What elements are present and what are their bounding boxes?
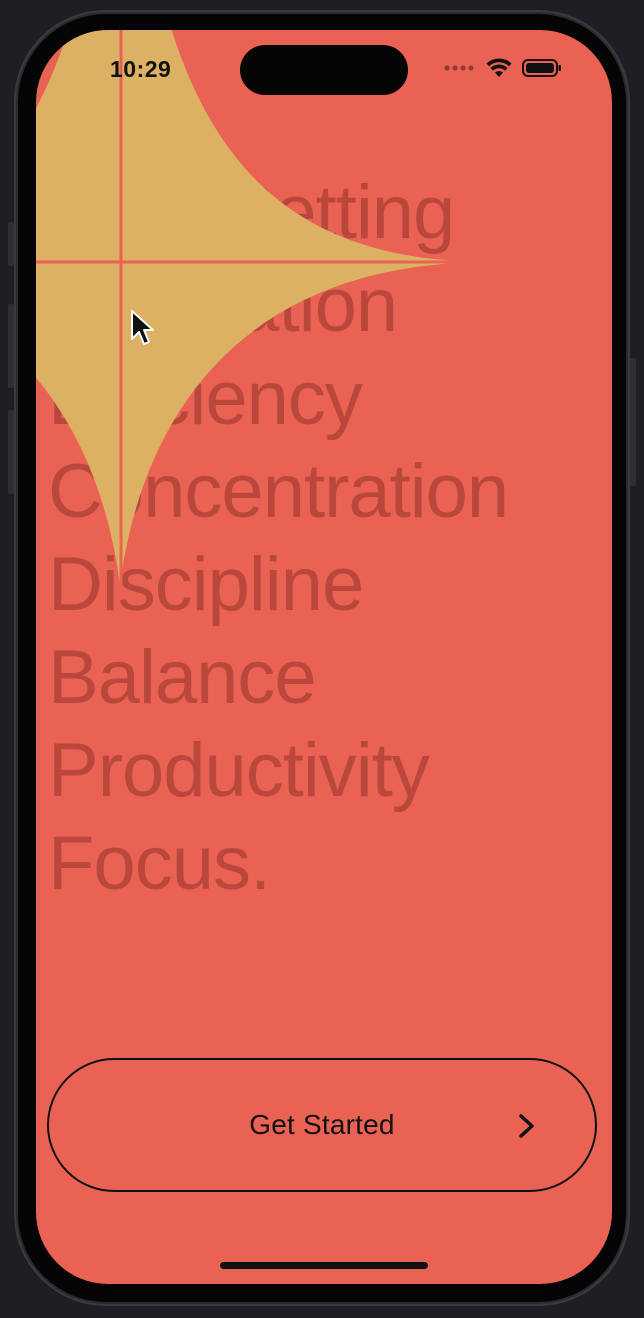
home-indicator[interactable] — [220, 1262, 428, 1269]
get-started-label: Get Started — [249, 1109, 395, 1140]
get-started-button[interactable]: Get Started — [47, 1058, 597, 1192]
wifi-icon — [486, 58, 512, 77]
sparkle-shape — [36, 30, 491, 585]
mouse-pointer-icon — [131, 310, 154, 345]
chevron-right-icon — [519, 1114, 534, 1138]
power-button — [630, 358, 636, 486]
cellular-icon — [444, 65, 474, 71]
battery-icon — [522, 59, 561, 77]
app-screen: Goal Setting Dedication Efficiency Conce… — [36, 30, 612, 1284]
status-time: 10:29 — [110, 56, 172, 82]
word-item: Productivity — [48, 728, 430, 813]
dynamic-island — [240, 45, 408, 95]
status-icons — [444, 58, 562, 78]
word-item: Focus. — [48, 821, 271, 906]
sparkle-icon — [36, 30, 491, 585]
